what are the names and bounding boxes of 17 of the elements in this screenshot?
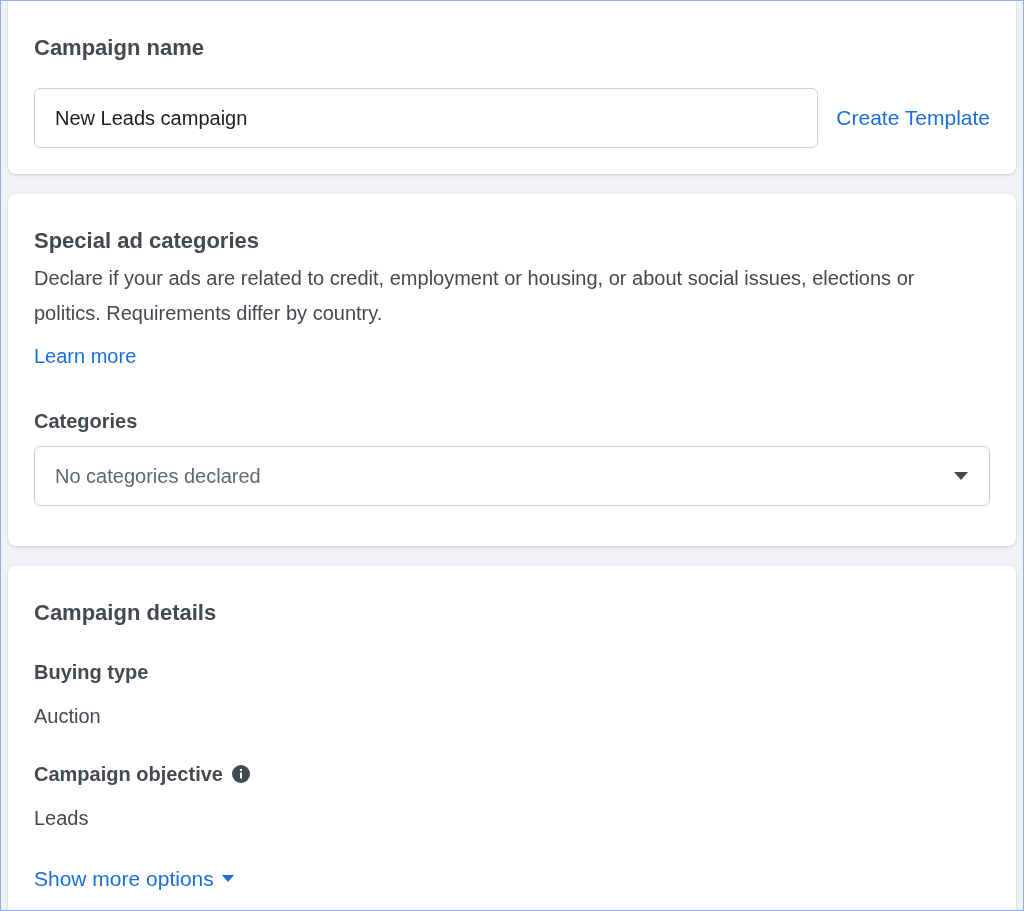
field-label: Buying type	[34, 660, 149, 685]
show-more-options-link[interactable]: Show more options	[34, 863, 234, 895]
field-value: Leads	[34, 806, 90, 831]
section-title: Campaign name	[34, 34, 205, 62]
learn-more-link[interactable]: Learn more	[34, 341, 137, 371]
section-title: Campaign details	[34, 599, 218, 627]
create-template-link[interactable]: Create Template	[836, 102, 990, 134]
field-label: Campaign objective	[34, 762, 223, 787]
section-title: Special ad categories	[34, 227, 260, 255]
caret-icon	[953, 471, 969, 481]
field-label: Categories	[34, 409, 139, 434]
info-icon[interactable]	[230, 764, 251, 784]
description-text: Declare if your ads are related to credit, employment or housing, or about social issues, elections or politics. Requirements differ by country.	[34, 266, 916, 326]
categories-dropdown[interactable]: No categories declared	[34, 446, 990, 506]
field-value: Auction	[34, 704, 102, 729]
campaign-name-input[interactable]: New Leads campaign	[34, 88, 819, 148]
caret-icon	[221, 875, 234, 883]
